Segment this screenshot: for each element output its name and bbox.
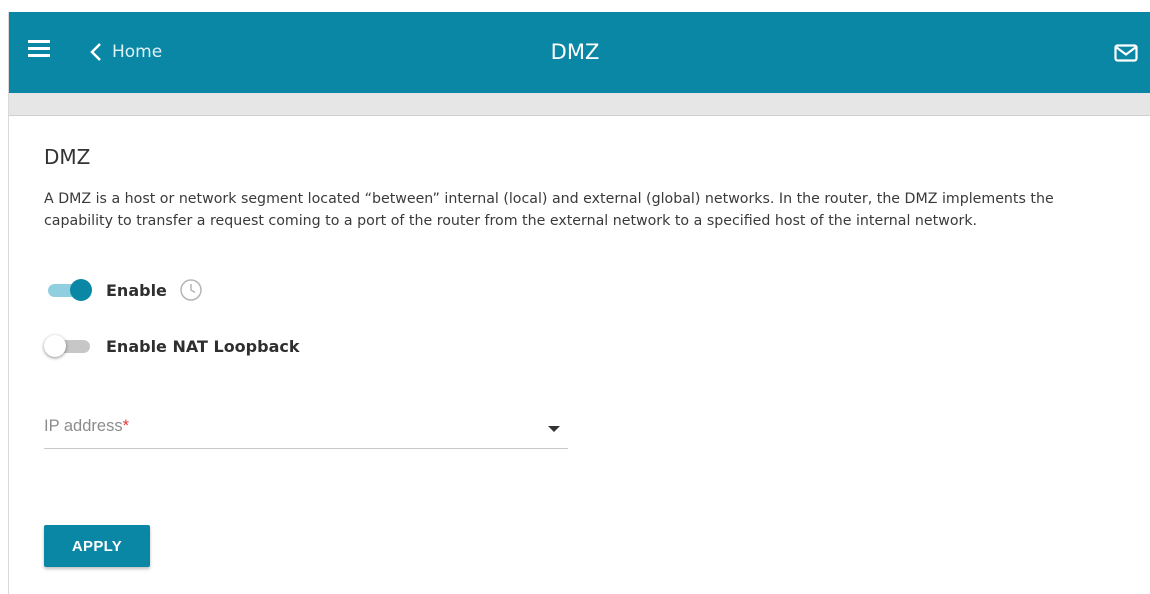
section-title: DMZ (44, 145, 91, 169)
apply-button[interactable]: APPLY (44, 525, 150, 567)
dropdown-caret-icon (548, 426, 560, 432)
mail-icon[interactable] (1114, 44, 1138, 66)
ip-address-select[interactable]: IP address* (44, 412, 568, 449)
clock-icon[interactable] (179, 278, 203, 302)
enable-label: Enable (106, 280, 167, 300)
section-description: A DMZ is a host or network segment locat… (44, 191, 1054, 229)
top-margin (0, 0, 1150, 12)
enable-toggle-row: Enable (44, 277, 203, 303)
required-mark: * (122, 417, 129, 435)
enable-toggle[interactable] (44, 277, 94, 303)
nat-loopback-label: Enable NAT Loopback (106, 336, 300, 356)
nat-loopback-toggle-row: Enable NAT Loopback (44, 333, 300, 359)
ip-address-placeholder: IP address* (44, 417, 129, 435)
nat-loopback-toggle[interactable] (44, 333, 94, 359)
page-title: DMZ (550, 40, 600, 64)
header-subbar (9, 93, 1150, 116)
